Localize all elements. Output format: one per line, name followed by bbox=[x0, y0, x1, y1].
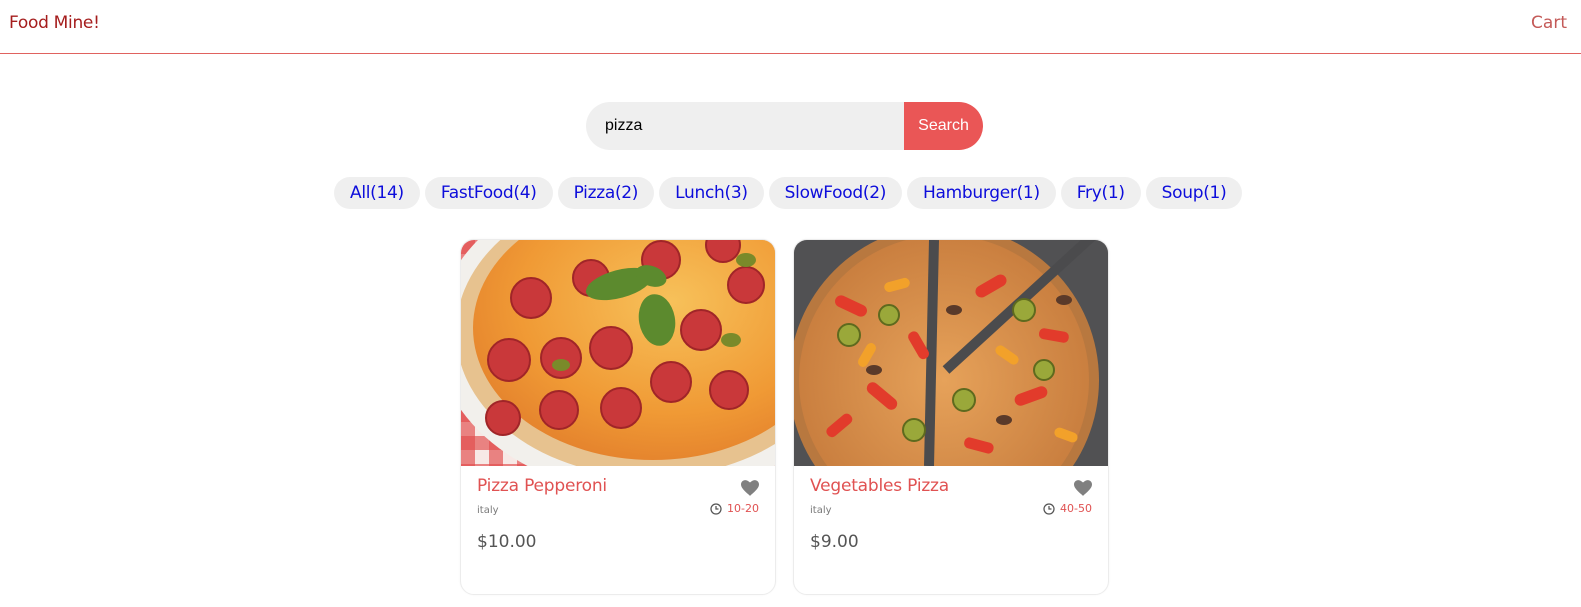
search-input[interactable] bbox=[586, 102, 904, 150]
tag-fastfood[interactable]: FastFood(4) bbox=[424, 177, 553, 209]
heart-icon[interactable] bbox=[741, 480, 759, 496]
search-button[interactable]: Search bbox=[904, 102, 983, 150]
food-card[interactable]: Pizza Pepperoni italy 10-20 $10.00 bbox=[460, 239, 776, 595]
food-price: $9.00 bbox=[810, 532, 859, 552]
cart-link[interactable]: Cart bbox=[1531, 13, 1567, 33]
cook-time: 40-50 bbox=[1043, 502, 1092, 515]
pizza-pepperoni-photo bbox=[461, 240, 775, 466]
cook-time-value: 10-20 bbox=[727, 502, 759, 515]
clock-icon bbox=[1043, 502, 1055, 515]
tag-all[interactable]: All(14) bbox=[334, 177, 420, 209]
food-origin: italy bbox=[810, 505, 832, 516]
food-name: Pizza Pepperoni bbox=[477, 476, 607, 496]
logo-link[interactable]: Food Mine! bbox=[9, 13, 100, 33]
food-card[interactable]: Vegetables Pizza italy 40-50 $9.00 bbox=[793, 239, 1109, 595]
food-name: Vegetables Pizza bbox=[810, 476, 950, 496]
tag-list: All(14) FastFood(4) Pizza(2) Lunch(3) Sl… bbox=[334, 177, 1254, 209]
site-header: Food Mine! Cart bbox=[0, 0, 1581, 54]
cook-time: 10-20 bbox=[710, 502, 759, 515]
clock-icon bbox=[710, 502, 722, 515]
tag-soup[interactable]: Soup(1) bbox=[1145, 177, 1243, 209]
vegetables-pizza-photo bbox=[794, 240, 1108, 466]
tag-fry[interactable]: Fry(1) bbox=[1060, 177, 1141, 209]
tag-slowfood[interactable]: SlowFood(2) bbox=[768, 177, 903, 209]
tag-lunch[interactable]: Lunch(3) bbox=[659, 177, 764, 209]
food-origin: italy bbox=[477, 505, 499, 516]
tag-hamburger[interactable]: Hamburger(1) bbox=[907, 177, 1056, 209]
food-price: $10.00 bbox=[477, 532, 537, 552]
cook-time-value: 40-50 bbox=[1060, 502, 1092, 515]
heart-icon[interactable] bbox=[1074, 480, 1092, 496]
search-bar: Search bbox=[586, 102, 983, 150]
tag-pizza[interactable]: Pizza(2) bbox=[557, 177, 655, 209]
